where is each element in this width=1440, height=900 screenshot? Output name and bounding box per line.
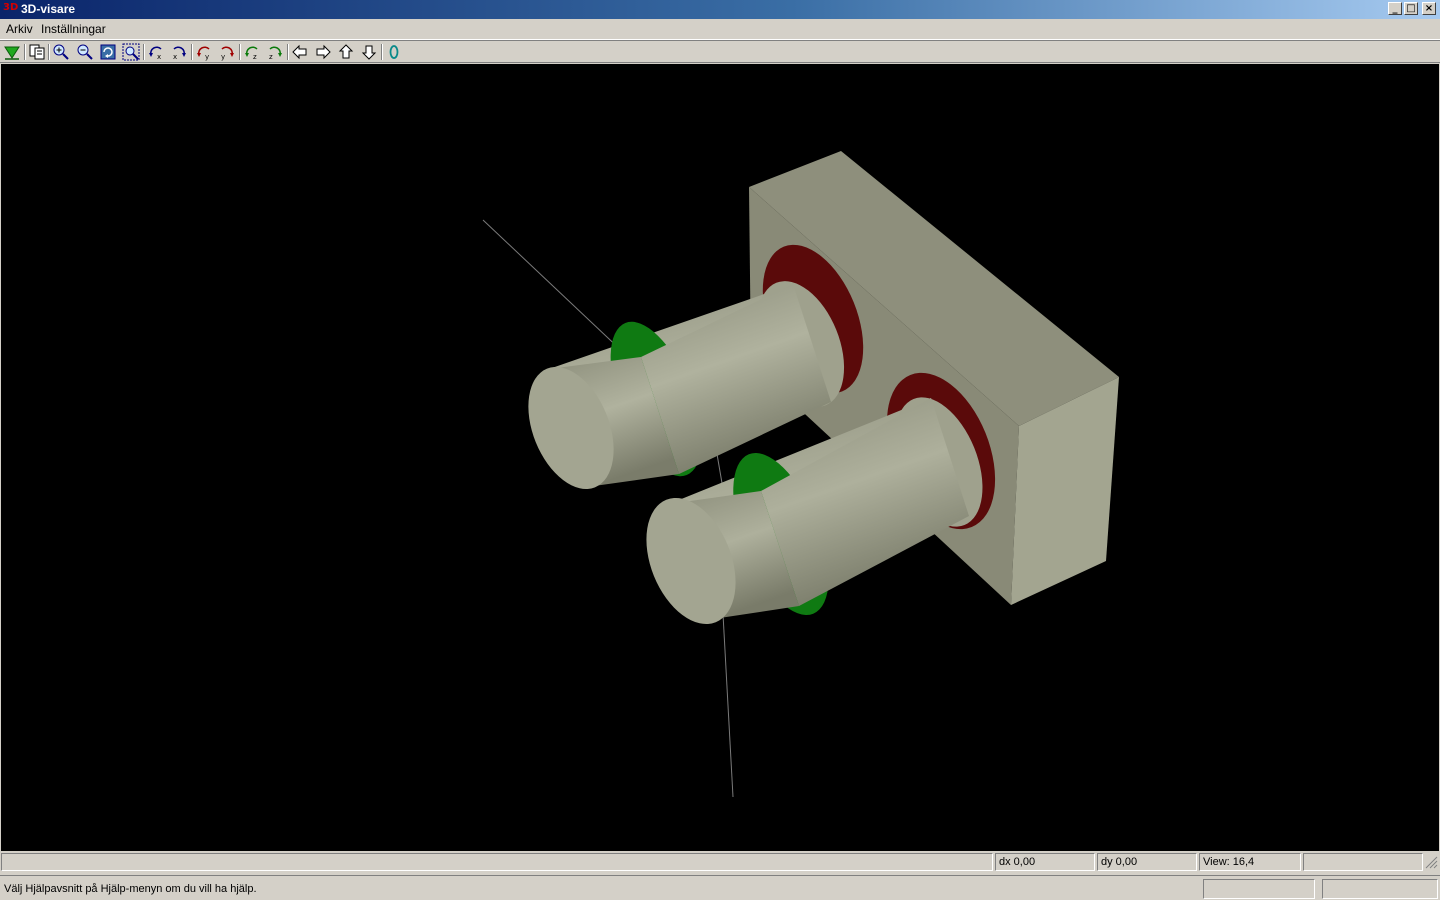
status-bar-info: dx 0,00 dy 0,00 View: 16,4 xyxy=(0,852,1440,872)
svg-text:x: x xyxy=(157,53,161,61)
rotate-x-left-icon[interactable]: x xyxy=(147,43,165,61)
toolbar-separator xyxy=(24,44,26,60)
axis-x-line xyxy=(482,219,626,355)
copy-icon[interactable] xyxy=(28,43,46,61)
toolbar-separator xyxy=(239,44,241,60)
resize-grip-icon[interactable] xyxy=(1424,855,1438,869)
toolbar-separator xyxy=(191,44,193,60)
toolbar-separator xyxy=(48,44,50,60)
minimize-button[interactable]: _ xyxy=(1388,2,1402,15)
toolbar: x x y y z z xyxy=(0,40,1440,63)
refresh-icon[interactable] xyxy=(99,43,117,61)
svg-text:y: y xyxy=(205,53,209,61)
status-dy: dy 0,00 xyxy=(1097,853,1197,871)
maximize-button[interactable]: □ xyxy=(1404,2,1418,15)
svg-text:y: y xyxy=(221,53,225,61)
zoom-out-icon[interactable] xyxy=(76,43,94,61)
toolbar-separator xyxy=(143,44,145,60)
toolbar-separator xyxy=(287,44,289,60)
reset-view-icon[interactable] xyxy=(385,43,403,61)
status-main-pane xyxy=(1,853,993,871)
app-icon: 3D xyxy=(3,2,19,13)
rotate-z-right-icon[interactable]: z xyxy=(266,43,284,61)
3d-viewport[interactable] xyxy=(1,64,1439,851)
status-dx: dx 0,00 xyxy=(995,853,1095,871)
pan-right-icon[interactable] xyxy=(314,43,332,61)
status-bar-help: Välj Hjälpavsnitt på Hjälp-menyn om du v… xyxy=(0,875,1440,900)
pan-left-icon[interactable] xyxy=(291,43,309,61)
zoom-fit-icon[interactable] xyxy=(122,43,140,61)
close-button[interactable]: × xyxy=(1422,2,1436,15)
status-view: View: 16,4 xyxy=(1199,853,1301,871)
status-extra-pane xyxy=(1303,853,1423,871)
menu-installningar[interactable]: Inställningar xyxy=(41,22,106,36)
svg-text:z: z xyxy=(269,53,273,61)
title-bar: 3D 3D-visare _ □ × xyxy=(0,0,1440,19)
svg-text:z: z xyxy=(253,53,257,61)
rotate-z-left-icon[interactable]: z xyxy=(243,43,261,61)
pan-down-icon[interactable] xyxy=(360,43,378,61)
window-title: 3D-visare xyxy=(21,2,76,16)
toolbar-separator xyxy=(381,44,383,60)
pan-up-icon[interactable] xyxy=(337,43,355,61)
export-down-icon[interactable] xyxy=(3,43,21,61)
rotate-y-right-icon[interactable]: y xyxy=(218,43,236,61)
zoom-in-icon[interactable] xyxy=(52,43,70,61)
rotate-x-right-icon[interactable]: x xyxy=(170,43,188,61)
rotate-y-left-icon[interactable]: y xyxy=(195,43,213,61)
axis-y-line xyxy=(722,613,734,798)
status-help-text: Välj Hjälpavsnitt på Hjälp-menyn om du v… xyxy=(0,879,1200,899)
menu-arkiv[interactable]: Arkiv xyxy=(6,22,33,36)
status-pane-3 xyxy=(1322,879,1438,899)
status-pane-2 xyxy=(1203,879,1315,899)
menu-bar: Arkiv Inställningar xyxy=(0,19,1440,40)
svg-text:x: x xyxy=(173,53,177,61)
